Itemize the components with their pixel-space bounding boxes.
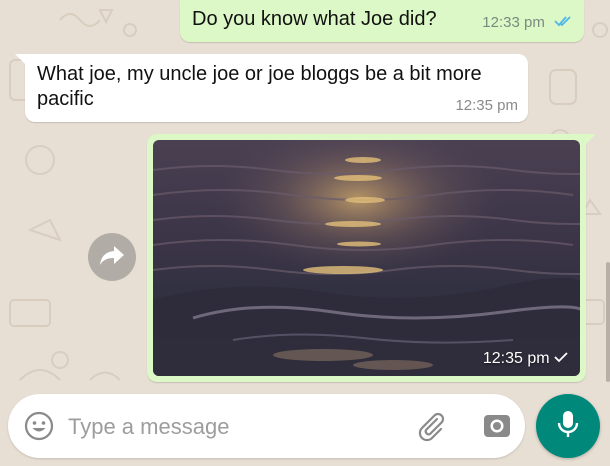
message-time: 12:33 pm — [482, 14, 545, 31]
forward-arrow-icon — [99, 244, 125, 271]
message-meta: 12:33 pm — [482, 14, 572, 31]
message-composer — [8, 394, 525, 458]
microphone-icon — [556, 409, 580, 444]
single-check-sent-icon — [554, 350, 568, 367]
message-meta: 12:35 pm — [483, 350, 568, 368]
message-text: Do you know what Joe did? — [192, 8, 437, 30]
bubble-tail — [15, 54, 27, 66]
message-text: What joe, my uncle joe or joe bloggs be … — [37, 63, 482, 110]
bubble-tail — [584, 134, 596, 146]
scrollbar[interactable] — [606, 262, 610, 382]
microphone-button[interactable] — [536, 394, 600, 458]
forward-button[interactable] — [88, 233, 136, 281]
incoming-message-bubble[interactable]: What joe, my uncle joe or joe bloggs be … — [15, 54, 528, 122]
message-time: 12:35 pm — [482, 350, 550, 367]
paperclip-icon[interactable] — [415, 410, 447, 442]
camera-icon[interactable] — [482, 411, 512, 441]
outgoing-image-message[interactable]: 12:35 pm — [147, 134, 596, 382]
message-input[interactable] — [66, 408, 390, 446]
outgoing-message-bubble[interactable]: Do you know what Joe did? 12:33 pm — [180, 0, 584, 42]
emoji-icon[interactable] — [24, 411, 54, 441]
message-time: 12:35 pm — [455, 97, 518, 114]
double-check-read-icon — [550, 14, 572, 31]
sunset-sea-photo[interactable] — [153, 140, 580, 376]
